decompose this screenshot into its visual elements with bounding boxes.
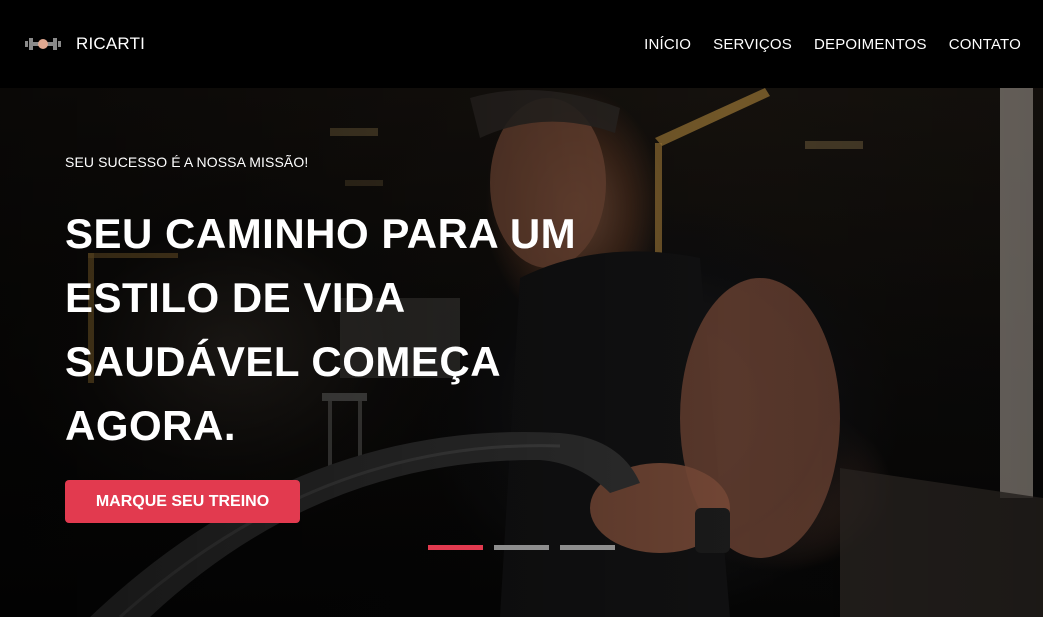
carousel-indicator-1[interactable] bbox=[428, 545, 483, 550]
carousel-indicator-2[interactable] bbox=[494, 545, 549, 550]
nav-link-inicio[interactable]: INÍCIO bbox=[644, 36, 691, 53]
hero-title: SEU CAMINHO PARA UM ESTILO DE VIDA SAUDÁ… bbox=[65, 210, 577, 449]
brand-logo[interactable]: RICARTI bbox=[24, 34, 145, 54]
cta-book-training-button[interactable]: MARQUE SEU TREINO bbox=[65, 480, 300, 523]
dumbbell-icon bbox=[25, 38, 61, 50]
nav-link-contato[interactable]: CONTATO bbox=[949, 36, 1021, 53]
hero-carousel: SEU SUCESSO É A NOSSA MISSÃO! SEU CAMINH… bbox=[0, 88, 1043, 617]
nav-link-servicos[interactable]: SERVIÇOS bbox=[713, 36, 792, 53]
brand-name: RICARTI bbox=[76, 34, 146, 53]
carousel-indicator-3[interactable] bbox=[560, 545, 615, 550]
main-nav: INÍCIO SERVIÇOS DEPOIMENTOS CONTATO bbox=[644, 36, 1021, 53]
nav-link-depoimentos[interactable]: DEPOIMENTOS bbox=[814, 36, 927, 53]
navbar: RICARTI INÍCIO SERVIÇOS DEPOIMENTOS CONT… bbox=[0, 0, 1043, 88]
hero-subtitle: SEU SUCESSO É A NOSSA MISSÃO! bbox=[65, 154, 309, 170]
carousel-indicators bbox=[428, 545, 615, 550]
hero-content: SEU SUCESSO É A NOSSA MISSÃO! SEU CAMINH… bbox=[65, 154, 625, 458]
